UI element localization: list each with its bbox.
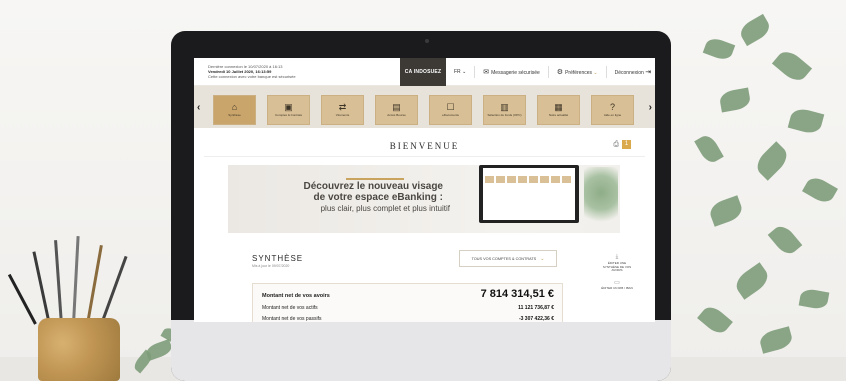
- banner-plant-image: [584, 167, 618, 231]
- welcome-band: BIENVENUE ⎙ 1: [204, 137, 645, 157]
- webcam: [425, 39, 429, 43]
- secure-messaging-link[interactable]: ✉ Messagerie sécurisée: [483, 68, 540, 76]
- net-assets-card: Montant net de vos avoirs 7 814 314,51 €…: [252, 283, 563, 322]
- side-actions: ⤓ ÉDITER UNE SYNTHÈSE DE VOS AVOIRS ▭ ÉDITE…: [600, 254, 634, 290]
- net-assets-value: 11 121 736,87 €: [518, 305, 554, 311]
- last-login-info: Dernière connexion le 10/07/2020 à 16:13…: [194, 64, 400, 79]
- nav-prev-arrow-icon[interactable]: ‹: [197, 102, 200, 113]
- nav-tile-notre-actualite[interactable]: ▦ Notre actualité: [537, 95, 580, 125]
- side-action-label: ÉDITER UNE SYNTHÈSE DE VOS AVOIRS: [602, 261, 632, 273]
- nav-tiles: ⌂ Synthèse ▣ Comptes & Contrats ⇄ Virements ▤ A…: [213, 95, 634, 125]
- net-liabilities-value: -3 307 422,36 €: [518, 316, 554, 322]
- net-liabilities-label: Montant net de vos passifs: [262, 316, 322, 322]
- divider: [605, 65, 607, 78]
- chevron-down-icon: ⌄: [540, 255, 545, 262]
- nav-tile-label: Sélection de fonds (OPC): [487, 113, 522, 118]
- main-navigation: ‹ ⌂ Synthèse ▣ Comptes & Contrats ⇄ Virements…: [194, 86, 655, 128]
- home-icon: ⌂: [231, 102, 238, 113]
- summary-updated-date: Mis à jour le 09/07/2020: [252, 264, 290, 268]
- envelope-icon: ✉: [483, 68, 490, 76]
- logout-icon: ⇥: [645, 68, 652, 76]
- nav-tile-comptes-contrats[interactable]: ▣ Comptes & Contrats: [267, 95, 310, 125]
- logo-text: CA INDOSUEZ: [404, 68, 442, 75]
- language-selector[interactable]: FR ⌄: [454, 69, 466, 75]
- chevron-down-icon: ⌄: [593, 69, 598, 76]
- net-assets-row: Montant net de vos actifs 11 121 736,87 …: [262, 305, 554, 311]
- net-assets-label: Montant net de vos actifs: [262, 305, 318, 311]
- ebanking-screen: Dernière connexion le 10/07/2020 à 16:13…: [194, 58, 655, 322]
- document-icon: ☐: [446, 102, 455, 113]
- monitor-chin: [171, 320, 671, 381]
- indosuez-logo[interactable]: CA INDOSUEZ: [400, 58, 446, 86]
- download-icon: ⤓: [615, 254, 619, 260]
- divider: [474, 65, 476, 78]
- nav-tile-selection-de-fonds-opc[interactable]: ▥ Sélection de fonds (OPC): [483, 95, 526, 125]
- notification-badge[interactable]: 1: [622, 140, 631, 149]
- eucalyptus-plant-decor: [680, 0, 846, 381]
- nav-tile-label: Comptes & Contrats: [274, 113, 302, 118]
- chevron-down-icon: ⌄: [462, 68, 467, 75]
- side-action-label: ÉDITER UN RIB / IBAN: [601, 285, 633, 290]
- nav-tile-label: Notre actualité: [548, 113, 569, 118]
- nav-tile-label: Aide en ligne: [603, 113, 622, 118]
- help-icon: ?: [609, 102, 615, 113]
- nav-tile-label: Virements: [335, 113, 350, 118]
- welcome-title: BIENVENUE: [389, 141, 460, 151]
- banner-headline: Découvrez le nouveau visage de votre esp…: [303, 181, 443, 203]
- banner-accent-line: [346, 178, 404, 180]
- banner-subline: plus clair, plus complet et plus intuiti…: [320, 204, 450, 213]
- promo-banner[interactable]: Découvrez le nouveau visage de votre esp…: [228, 165, 620, 233]
- nav-next-arrow-icon[interactable]: ›: [649, 102, 652, 113]
- summary-title: SYNTHÈSE: [252, 254, 304, 263]
- funds-icon: ▥: [500, 102, 509, 113]
- export-rib-action[interactable]: ▭ ÉDITER UN RIB / IBAN: [601, 279, 633, 291]
- nav-tile-aide-en-ligne[interactable]: ? Aide en ligne: [591, 95, 634, 125]
- nav-tile-synthese[interactable]: ⌂ Synthèse: [213, 95, 256, 125]
- accounts-filter-dropdown[interactable]: TOUS VOS COMPTES & CONTRATS ⌄: [459, 250, 557, 267]
- net-liabilities-row: Montant net de vos passifs -3 307 422,36…: [262, 316, 554, 322]
- net-total-value: 7 814 314,51 €: [480, 288, 554, 300]
- gear-icon: ⚙: [556, 68, 564, 76]
- chart-icon: ▤: [392, 102, 401, 113]
- nav-tile-virements[interactable]: ⇄ Virements: [321, 95, 364, 125]
- folder-icon: ▣: [284, 102, 293, 113]
- net-total-label: Montant net de vos avoirs: [262, 293, 330, 299]
- secure-connection-note: Cette connexion avec votre banque est sé…: [208, 74, 296, 79]
- preferences-link[interactable]: ⚙ Préférences ⌄: [557, 68, 598, 76]
- card-icon: ▭: [614, 279, 620, 286]
- net-total-row: Montant net de vos avoirs 7 814 314,51 €: [262, 288, 554, 300]
- nav-tile-label: Synthèse: [228, 113, 241, 118]
- header-links: FR ⌄ ✉ Messagerie sécurisée ⚙ Préférences …: [454, 65, 653, 78]
- divider: [547, 65, 549, 78]
- transfer-icon: ⇄: [338, 102, 347, 113]
- export-summary-action[interactable]: ⤓ ÉDITER UNE SYNTHÈSE DE VOS AVOIRS: [600, 254, 634, 273]
- nav-tile-label: eDocuments: [442, 113, 459, 118]
- band-actions: ⎙ 1: [613, 140, 631, 149]
- banner-laptop-image: [479, 165, 579, 223]
- logout-link[interactable]: Déconnexion ⇥: [615, 68, 653, 76]
- nav-tile-label: Accès Bourse: [387, 113, 406, 118]
- nav-tile-edocuments[interactable]: ☐ eDocuments: [429, 95, 472, 125]
- nav-tile-acces-bourse[interactable]: ▤ Accès Bourse: [375, 95, 418, 125]
- top-bar: Dernière connexion le 10/07/2020 à 16:13…: [194, 58, 655, 86]
- news-icon: ▦: [554, 102, 563, 113]
- print-icon[interactable]: ⎙: [613, 141, 619, 149]
